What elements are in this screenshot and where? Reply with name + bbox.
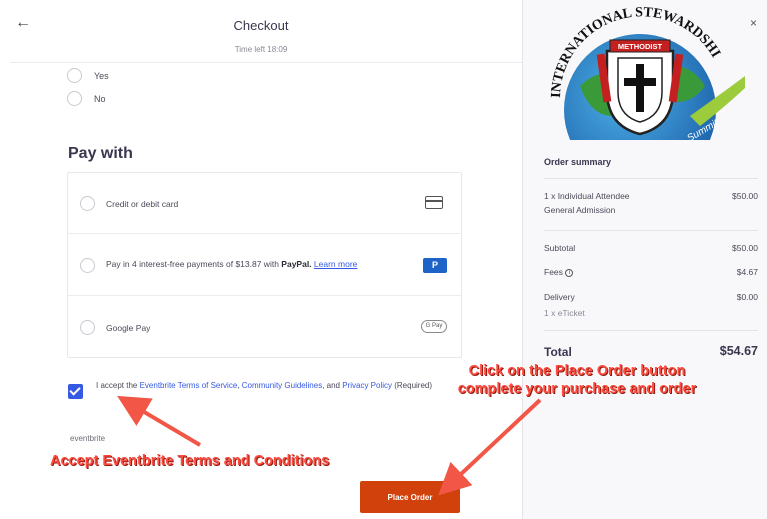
radio-google-pay[interactable]	[80, 320, 95, 335]
radio-yes-label: Yes	[94, 71, 109, 81]
subtotal-label: Subtotal	[544, 243, 576, 253]
delivery-amount: $0.00	[736, 292, 758, 302]
credit-card-icon	[425, 196, 443, 209]
paypal-brand: PayPal.	[281, 259, 312, 269]
privacy-policy-link[interactable]: Privacy Policy	[342, 381, 392, 390]
terms-checkbox[interactable]	[68, 384, 83, 399]
terms-text: I accept the Eventbrite Terms of Service…	[96, 379, 441, 392]
fees-label-text: Fees	[544, 267, 563, 277]
event-logo: INTERNATIONAL STEWARDSHIP & Summit METHO…	[540, 6, 745, 140]
credit-card-label: Credit or debit card	[106, 199, 179, 209]
divider	[544, 178, 758, 179]
google-pay-label: Google Pay	[106, 323, 151, 333]
order-item-type: General Admission	[544, 205, 616, 215]
total-amount: $54.67	[719, 344, 758, 358]
google-pay-icon: G Pay	[421, 320, 447, 333]
terms-sep: , and	[322, 381, 343, 390]
divider	[544, 230, 758, 231]
subtotal-amount: $50.00	[732, 243, 758, 253]
paypal-label-text: Pay in 4 interest-free payments of $13.8…	[106, 259, 282, 269]
checkout-modal: ← Checkout Time left 18:09 Yes No Pay wi…	[0, 0, 767, 519]
annotation-place-order: Click on the Place Order button complete…	[457, 363, 697, 397]
radio-credit-card[interactable]	[80, 196, 95, 211]
terms-required: (Required)	[392, 381, 433, 390]
fees-label: Fees i	[544, 267, 574, 277]
paypal-label: Pay in 4 interest-free payments of $13.8…	[106, 259, 357, 269]
eventbrite-logo: eventbrite	[70, 434, 106, 443]
time-left-label: Time left 18:09	[234, 45, 288, 54]
pay-with-heading: Pay with	[68, 145, 133, 162]
delivery-detail: 1 x eTicket	[544, 308, 585, 318]
annotation-accept-terms: Accept Eventbrite Terms and Conditions	[50, 453, 330, 469]
radio-paypal[interactable]	[80, 258, 95, 273]
divider	[67, 295, 462, 296]
radio-no-label: No	[94, 94, 106, 104]
close-button[interactable]: ×	[750, 16, 757, 30]
order-summary-title: Order summary	[544, 157, 612, 167]
close-icon: ×	[750, 16, 758, 30]
paypal-icon: P	[423, 258, 447, 273]
page-title: Checkout	[233, 18, 289, 33]
fees-amount: $4.67	[736, 267, 758, 277]
terms-of-service-link[interactable]: Eventbrite Terms of Service	[140, 381, 238, 390]
logo-banner-text: METHODIST	[618, 42, 663, 51]
radio-no[interactable]	[67, 91, 82, 106]
terms-prefix: I accept the	[96, 381, 140, 390]
learn-more-link[interactable]: Learn more	[314, 259, 357, 269]
community-guidelines-link[interactable]: Community Guidelines	[242, 381, 322, 390]
delivery-label: Delivery	[544, 292, 575, 302]
radio-yes[interactable]	[67, 68, 82, 83]
divider	[544, 330, 758, 331]
place-order-button[interactable]: Place Order	[360, 481, 460, 513]
order-item-name: 1 x Individual Attendee	[544, 191, 630, 201]
order-item-amount: $50.00	[732, 191, 758, 201]
info-icon[interactable]: i	[565, 268, 574, 277]
total-label: Total	[544, 345, 572, 359]
divider	[67, 233, 462, 234]
